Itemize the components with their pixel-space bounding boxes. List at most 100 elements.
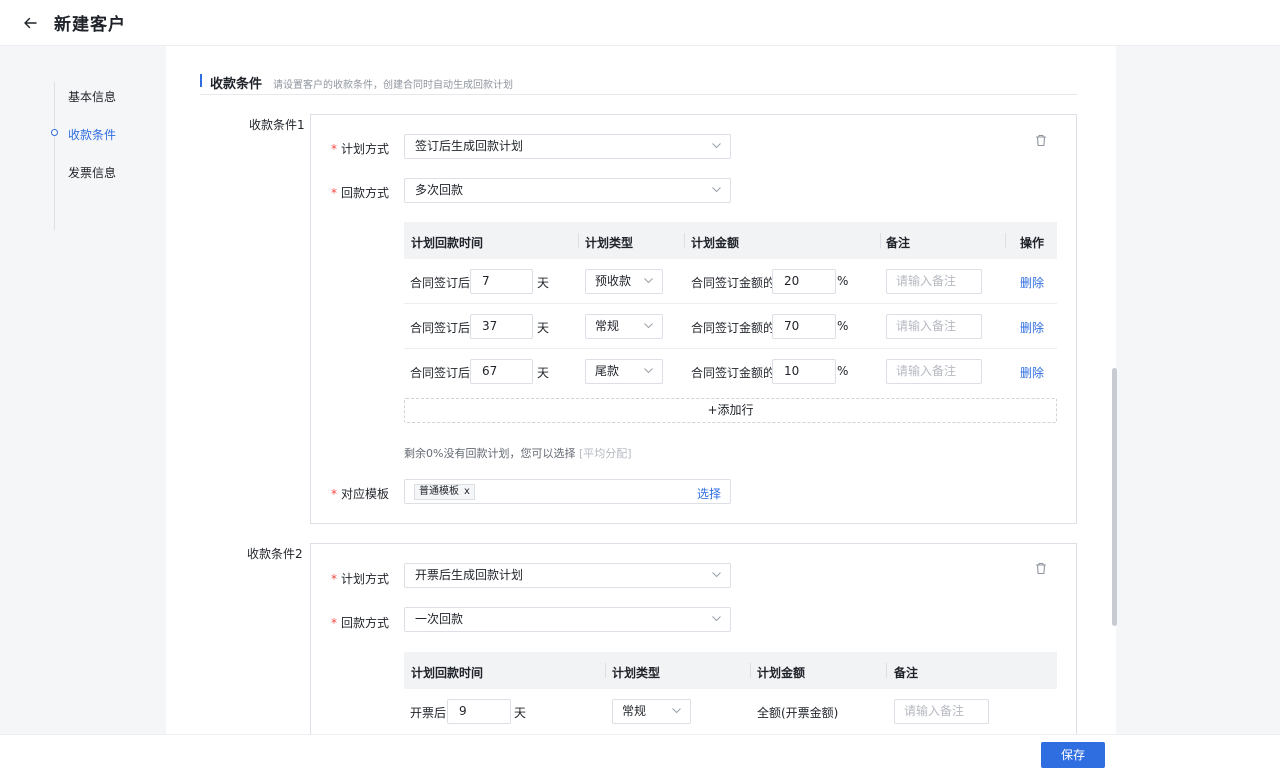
template-tag-input[interactable]: 普通模板 x 选择 — [404, 479, 731, 504]
column-divider — [605, 663, 606, 678]
column-divider — [886, 663, 887, 678]
col-plan-amount: 计划金额 — [757, 666, 806, 680]
column-divider — [684, 233, 685, 248]
col-plan-time: 计划回款时间 — [411, 236, 484, 250]
trash-icon[interactable] — [1035, 562, 1047, 575]
vertical-scrollbar[interactable] — [1112, 368, 1117, 626]
active-step-dot — [51, 129, 58, 136]
template-select-link[interactable]: 选择 — [697, 485, 721, 502]
plan-method-value: 签订后生成回款计划 — [415, 139, 524, 153]
back-arrow-icon[interactable] — [22, 15, 38, 31]
save-button[interactable]: 保存 — [1041, 742, 1105, 768]
plan-method-label: * 计划方式 — [331, 140, 389, 157]
payment-method-select[interactable]: 一次回款 — [404, 607, 731, 632]
section-title: 收款条件 — [210, 77, 263, 92]
remaining-hint: 剩余0%没有回款计划，您可以选择 [平均分配] — [404, 445, 632, 461]
percent-unit: % — [837, 364, 849, 378]
row-time-prefix: 开票后 — [410, 706, 447, 720]
percent-input[interactable]: 70 — [772, 314, 836, 339]
days-input[interactable]: 37 — [470, 314, 533, 339]
percent-input[interactable]: 10 — [772, 359, 836, 384]
tag-close-icon[interactable]: x — [464, 486, 470, 497]
payment-method-value: 一次回款 — [415, 612, 464, 626]
plan-type-select[interactable]: 常规 — [612, 699, 691, 724]
trash-icon[interactable] — [1035, 134, 1047, 147]
plan-table-header: 计划回款时间 计划类型 计划金额 备注 — [404, 652, 1057, 689]
condition-2-card: * 计划方式 开票后生成回款计划 * 回款方式 一次回款 计划回款时间 计划类型 计… — [310, 543, 1077, 736]
table-row: 合同签订后 67 天 尾款 合同签订金额的 10 % 请输入备注 删除 — [404, 349, 1057, 394]
plan-method-value: 开票后生成回款计划 — [415, 568, 524, 582]
amount-prefix: 合同签订金额的 — [691, 276, 776, 290]
average-split-link[interactable]: [平均分配] — [579, 447, 632, 460]
template-tag-label: 普通模板 — [419, 486, 459, 497]
chevron-down-icon — [644, 368, 653, 374]
plan-table-header: 计划回款时间 计划类型 计划金额 备注 操作 — [404, 222, 1057, 259]
plan-type-value: 常规 — [622, 704, 647, 718]
top-bar: 新建客户 — [0, 0, 1280, 46]
delete-row-link[interactable]: 删除 — [1020, 319, 1044, 336]
step-invoice-info[interactable]: 发票信息 — [68, 164, 116, 181]
table-row: 合同签订后 37 天 常规 合同签订金额的 70 % 请输入备注 删除 — [404, 304, 1057, 349]
days-input[interactable]: 67 — [470, 359, 533, 384]
col-note: 备注 — [894, 666, 919, 680]
plan-type-select[interactable]: 尾款 — [585, 359, 663, 384]
chevron-down-icon — [712, 616, 721, 622]
plan-type-value: 预收款 — [595, 274, 632, 288]
step-payment-terms[interactable]: 收款条件 — [51, 126, 116, 143]
chevron-down-icon — [712, 143, 721, 149]
plan-type-select[interactable]: 常规 — [585, 314, 663, 339]
column-divider — [750, 663, 751, 678]
days-input[interactable]: 9 — [447, 699, 511, 724]
step-basic-info[interactable]: 基本信息 — [68, 88, 116, 105]
amount-prefix: 合同签订金额的 — [691, 366, 776, 380]
delete-row-link[interactable]: 删除 — [1020, 364, 1044, 381]
note-input[interactable]: 请输入备注 — [886, 314, 982, 339]
column-divider — [880, 233, 881, 248]
page-title: 新建客户 — [54, 15, 126, 35]
right-gutter — [1116, 46, 1280, 736]
days-unit: 天 — [537, 366, 550, 380]
note-input[interactable]: 请输入备注 — [894, 699, 989, 724]
note-input[interactable]: 请输入备注 — [886, 359, 982, 384]
required-mark: * — [331, 616, 337, 630]
chevron-down-icon — [644, 323, 653, 329]
row-time-prefix: 合同签订后 — [410, 366, 471, 380]
col-note: 备注 — [886, 236, 911, 250]
days-unit: 天 — [537, 321, 550, 335]
payment-method-label-text: 回款方式 — [341, 186, 390, 200]
col-plan-type: 计划类型 — [612, 666, 661, 680]
step-nav: 基本信息 收款条件 发票信息 — [51, 82, 164, 230]
table-row: 合同签订后 7 天 预收款 合同签订金额的 20 % 请输入备注 删除 — [404, 259, 1057, 304]
payment-method-label: * 回款方式 — [331, 614, 389, 631]
plan-method-select[interactable]: 开票后生成回款计划 — [404, 563, 731, 588]
payment-method-select[interactable]: 多次回款 — [404, 178, 731, 203]
note-input[interactable]: 请输入备注 — [886, 269, 982, 294]
row-time-prefix: 合同签订后 — [410, 276, 471, 290]
required-mark: * — [331, 142, 337, 156]
template-tag: 普通模板 x — [414, 484, 475, 500]
required-mark: * — [331, 572, 337, 586]
plan-method-select[interactable]: 签订后生成回款计划 — [404, 134, 731, 159]
days-input[interactable]: 7 — [470, 269, 533, 294]
condition-1-label: 收款条件1 — [249, 118, 305, 132]
delete-row-link[interactable]: 删除 — [1020, 274, 1044, 291]
chevron-down-icon — [712, 187, 721, 193]
percent-input[interactable]: 20 — [772, 269, 836, 294]
section-accent-bar — [200, 74, 202, 87]
plan-type-value: 尾款 — [595, 364, 620, 378]
plan-method-label-text: 计划方式 — [341, 572, 390, 586]
amount-prefix: 合同签订金额的 — [691, 321, 776, 335]
table-row: 开票后 9 天 常规 全额(开票金额) 请输入备注 — [404, 689, 1057, 734]
plan-method-label: * 计划方式 — [331, 570, 389, 587]
template-label-text: 对应模板 — [341, 487, 390, 501]
column-divider — [1005, 233, 1006, 248]
plan-type-select[interactable]: 预收款 — [585, 269, 663, 294]
percent-unit: % — [837, 274, 849, 288]
days-unit: 天 — [514, 706, 527, 720]
col-action: 操作 — [1020, 236, 1045, 250]
col-plan-amount: 计划金额 — [691, 236, 740, 250]
add-row-button[interactable]: +添加行 — [404, 398, 1057, 423]
chevron-down-icon — [672, 708, 681, 714]
row-time-prefix: 合同签订后 — [410, 321, 471, 335]
left-sidebar: 基本信息 收款条件 发票信息 — [0, 46, 166, 736]
